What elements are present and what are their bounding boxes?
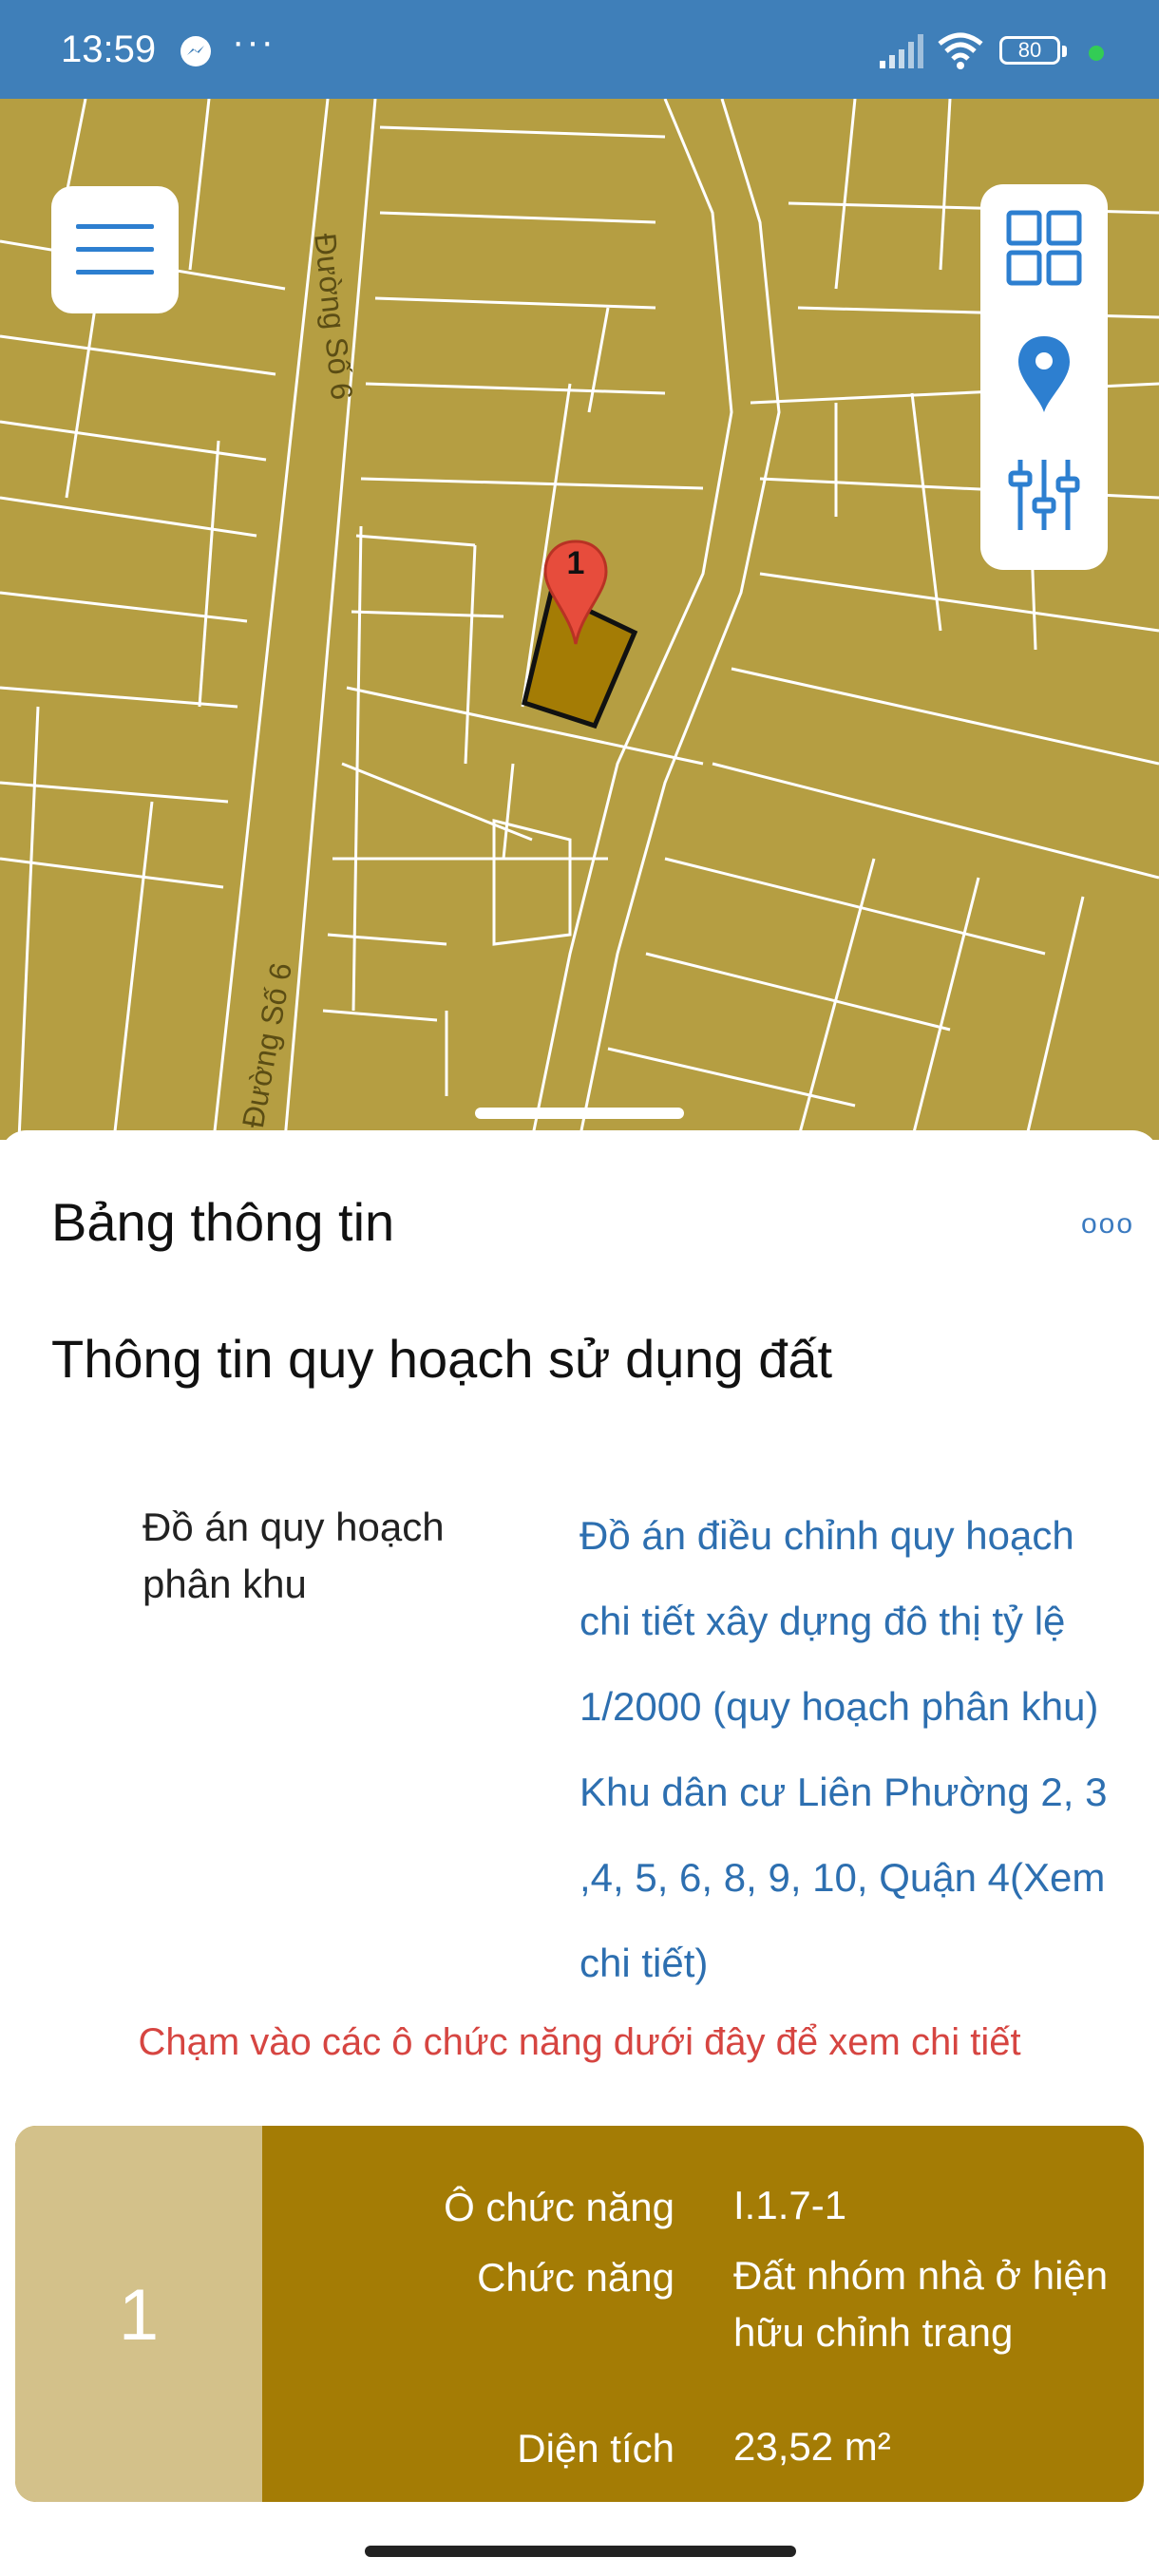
menu-icon: [76, 224, 154, 275]
function-value: Đất nhóm nhà ở hiện hữu chỉnh trang: [733, 2253, 1109, 2355]
camera-indicator-dot: [1089, 46, 1104, 61]
map-marker-label: 1: [566, 545, 585, 581]
function-label: Chức năng: [477, 2255, 674, 2300]
sheet-drag-handle[interactable]: [475, 1108, 684, 1119]
signal-icon: [880, 34, 923, 68]
area-label: Diện tích: [517, 2426, 674, 2471]
menu-button[interactable]: [51, 186, 179, 313]
sheet-title: Bảng thông tin: [51, 1192, 395, 1252]
map-view[interactable]: Đường Số 6 Đường Số 6 1: [0, 99, 1159, 1140]
battery-tip: [1062, 46, 1067, 57]
section-title: Thông tin quy hoạch sử dụng đất: [51, 1329, 833, 1389]
messenger-icon: [180, 36, 211, 66]
zone-code-label: Ô chức năng: [444, 2185, 674, 2229]
area-value: 23,52 m²: [733, 2424, 891, 2469]
gesture-bar[interactable]: [365, 2546, 796, 2557]
zone-code-value: I.1.7-1: [733, 2183, 847, 2227]
status-more: ···: [232, 21, 276, 63]
wifi-icon: [938, 32, 983, 69]
function-zone-card[interactable]: 1 Ô chức năng I.1.7-1 Chức năng Đất nhóm…: [15, 2126, 1144, 2502]
grid-icon[interactable]: [1003, 207, 1085, 289]
map-toolbar: [980, 184, 1108, 570]
location-pin-icon[interactable]: [1003, 332, 1085, 414]
planning-project-link[interactable]: Đồ án điều chỉnh quy hoạch chi tiết xây …: [580, 1493, 1159, 2006]
more-options-button[interactable]: ooo: [1081, 1208, 1134, 1241]
status-bar: 13:59 ··· 80: [0, 0, 1159, 99]
status-time: 13:59: [61, 28, 157, 70]
sliders-icon[interactable]: [1003, 454, 1085, 536]
card-number-panel: 1: [15, 2126, 262, 2502]
hint-text: Chạm vào các ô chức năng dưới đây để xem…: [138, 2021, 1021, 2063]
battery-icon: 80: [999, 36, 1060, 65]
planning-project-label: Đồ án quy hoạch phân khu: [142, 1505, 445, 1606]
card-number: 1: [118, 2275, 160, 2356]
